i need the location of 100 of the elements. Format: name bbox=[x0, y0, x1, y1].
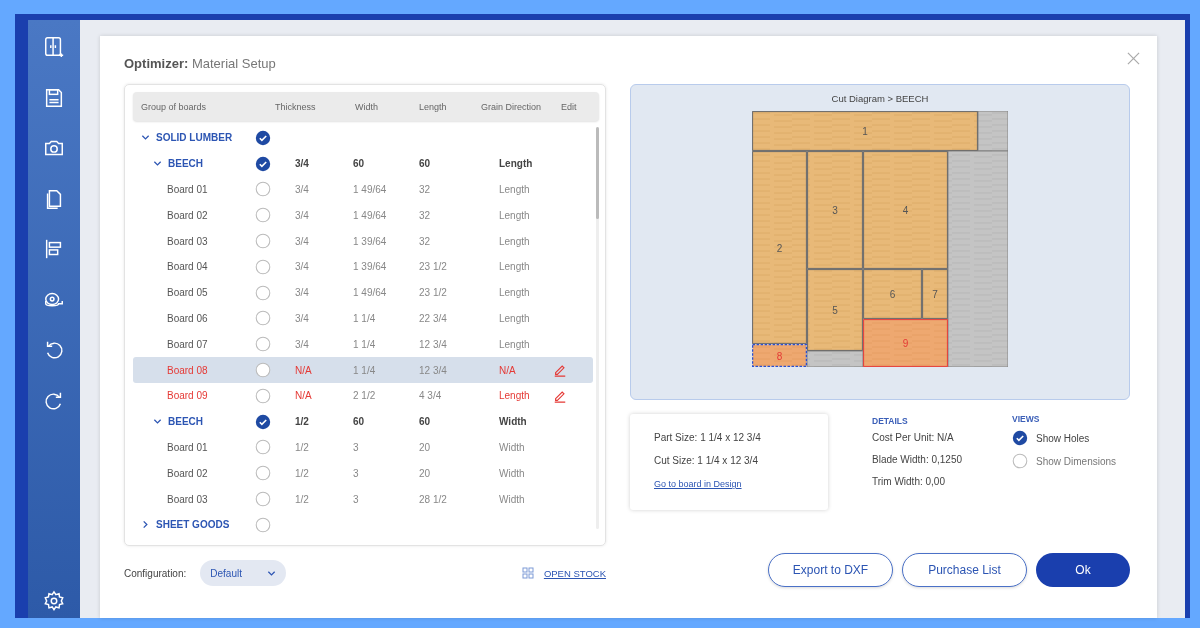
board-row[interactable]: Board 02 1/2 3 20 Width bbox=[133, 460, 593, 487]
action-button[interactable]: Purchase List bbox=[902, 553, 1027, 587]
board-row[interactable]: Board 03 1/2 3 28 1/2 Width bbox=[133, 486, 593, 512]
table-cell-text: 1/2 bbox=[295, 493, 310, 505]
dialog-title: Optimizer: Material Setup bbox=[124, 56, 277, 73]
chevron-down-icon[interactable] bbox=[153, 417, 162, 427]
configuration-dropdown[interactable]: Default bbox=[200, 560, 287, 586]
cut-piece[interactable]: 2 bbox=[752, 151, 807, 344]
table-cell-text: 60 bbox=[353, 158, 366, 170]
grid-icon bbox=[521, 567, 534, 579]
table-cell-text: Board 03 bbox=[166, 235, 209, 247]
table-cell-text: 20 bbox=[419, 467, 432, 479]
table-cell-text: 1 1/4 bbox=[353, 312, 377, 324]
table-cell-text: Length bbox=[498, 312, 531, 324]
ok-button[interactable]: Ok bbox=[1036, 553, 1130, 587]
part-size-text: Cut Size: 1 1/4 x 12 3/4 bbox=[654, 455, 759, 466]
checkbox[interactable] bbox=[255, 284, 271, 301]
table-cell-text: N/A bbox=[295, 364, 313, 376]
table-cell-text: 3/4 bbox=[295, 312, 310, 324]
checkbox[interactable] bbox=[255, 129, 271, 146]
table-cell-text: 3 bbox=[353, 467, 360, 479]
checkbox[interactable] bbox=[255, 233, 271, 250]
view-option-label[interactable]: Show Dimensions bbox=[1036, 455, 1117, 467]
checkbox[interactable] bbox=[255, 491, 271, 508]
table-cell-text: 60 bbox=[419, 416, 432, 428]
checkbox[interactable] bbox=[255, 258, 271, 275]
board-row[interactable]: Board 01 1/2 3 20 Width bbox=[133, 434, 593, 461]
board-row[interactable]: Board 01 3/4 1 49/64 32 Length bbox=[133, 176, 593, 203]
material-name[interactable]: BEECH bbox=[168, 158, 203, 170]
column-header: Edit bbox=[560, 101, 577, 112]
board-row[interactable]: Board 03 3/4 1 39/64 32 Length bbox=[133, 228, 593, 254]
table-cell-text: 22 3/4 bbox=[419, 312, 448, 324]
table-cell-text: 2 1/2 bbox=[353, 390, 377, 402]
table-cell-text: Board 08 bbox=[166, 364, 209, 376]
column-header: Width bbox=[354, 101, 379, 112]
configuration-label: Configuration: bbox=[124, 567, 187, 579]
table-cell-text: 3/4 bbox=[295, 158, 310, 170]
table-cell-text: 1/2 bbox=[295, 441, 310, 453]
board-row[interactable]: Board 05 3/4 1 49/64 23 1/2 Length bbox=[133, 279, 593, 306]
checkbox[interactable] bbox=[255, 413, 271, 430]
chevron-down-icon[interactable] bbox=[153, 159, 162, 169]
table-cell-text: Length bbox=[498, 235, 531, 247]
board-row[interactable]: Board 02 3/4 1 49/64 32 Length bbox=[133, 202, 593, 229]
cut-piece[interactable]: 7 bbox=[922, 269, 948, 319]
table-cell-text: 3/4 bbox=[295, 261, 310, 273]
material-name[interactable]: BEECH bbox=[168, 416, 203, 428]
checkbox[interactable] bbox=[255, 336, 271, 353]
checkbox[interactable] bbox=[255, 362, 271, 379]
details-heading: DETAILS bbox=[872, 416, 909, 426]
open-stock-link[interactable]: OPEN STOCK bbox=[543, 567, 606, 579]
view-option-label[interactable]: Show Holes bbox=[1036, 432, 1090, 444]
cut-piece[interactable]: 3 bbox=[807, 151, 863, 269]
detail-text: Cost Per Unit: N/A bbox=[872, 432, 955, 443]
pencil-icon[interactable] bbox=[553, 363, 567, 378]
checkbox[interactable] bbox=[255, 439, 271, 456]
table-cell-text: 1 49/64 bbox=[353, 287, 388, 299]
close-icon[interactable] bbox=[1127, 52, 1140, 65]
checkbox[interactable] bbox=[1012, 453, 1028, 469]
table-cell-text: 1 49/64 bbox=[353, 184, 388, 195]
table-cell-text: 32 bbox=[419, 184, 432, 195]
board-row[interactable]: Board 06 3/4 1 1/4 22 3/4 Length bbox=[133, 305, 593, 332]
checkbox[interactable] bbox=[255, 465, 271, 482]
group-name[interactable]: SOLID LUMBER bbox=[156, 132, 233, 144]
action-button[interactable]: Export to DXF bbox=[768, 553, 893, 587]
table-cell-text: Board 07 bbox=[166, 338, 209, 350]
table-cell-text: 3/4 bbox=[295, 287, 310, 299]
table-cell-text: 12 3/4 bbox=[419, 338, 448, 350]
table-cell-text: 3/4 bbox=[295, 338, 310, 350]
checkbox[interactable] bbox=[255, 310, 271, 327]
table-cell-text: 23 1/2 bbox=[419, 261, 448, 273]
group-name[interactable]: SHEET GOODS bbox=[156, 519, 230, 531]
cut-piece[interactable]: 1 bbox=[752, 111, 978, 151]
table-cell-text: 3/4 bbox=[295, 235, 310, 247]
part-size-text: Part Size: 1 1/4 x 12 3/4 bbox=[654, 432, 762, 443]
table-cell-text: Length bbox=[498, 209, 531, 221]
chevron-down-icon[interactable] bbox=[141, 133, 150, 143]
pencil-icon[interactable] bbox=[553, 388, 567, 403]
table-cell-text: Board 03 bbox=[166, 493, 209, 505]
cut-piece[interactable]: 6 bbox=[863, 269, 922, 319]
table-cell-text: Board 04 bbox=[166, 261, 209, 273]
board-row[interactable]: Board 09 N/A 2 1/2 4 3/4 Length bbox=[133, 382, 593, 409]
checkbox[interactable] bbox=[255, 387, 271, 404]
table-cell-text: Length bbox=[498, 184, 531, 195]
table-cell-text: Board 01 bbox=[166, 184, 209, 195]
cut-piece[interactable]: 5 bbox=[807, 269, 863, 351]
table-cell-text: 1 1/4 bbox=[353, 364, 377, 376]
checkbox[interactable] bbox=[255, 155, 271, 172]
board-row[interactable]: Board 07 3/4 1 1/4 12 3/4 Length bbox=[133, 331, 593, 358]
checkbox[interactable] bbox=[255, 516, 271, 533]
table-cell-text: Board 02 bbox=[166, 209, 209, 221]
checkbox[interactable] bbox=[255, 207, 271, 224]
table-cell-text: 1 39/64 bbox=[353, 261, 388, 273]
cut-piece[interactable]: 4 bbox=[863, 151, 948, 269]
design-link[interactable]: Go to board in Design bbox=[654, 479, 742, 489]
board-row[interactable]: Board 04 3/4 1 39/64 23 1/2 Length bbox=[133, 254, 593, 280]
table-cell-text: 1/2 bbox=[295, 416, 310, 428]
checkbox[interactable] bbox=[255, 181, 271, 198]
table-cell-text: 3 bbox=[353, 441, 360, 453]
chevron-right-icon[interactable] bbox=[141, 520, 150, 530]
checkbox[interactable] bbox=[1012, 430, 1028, 446]
